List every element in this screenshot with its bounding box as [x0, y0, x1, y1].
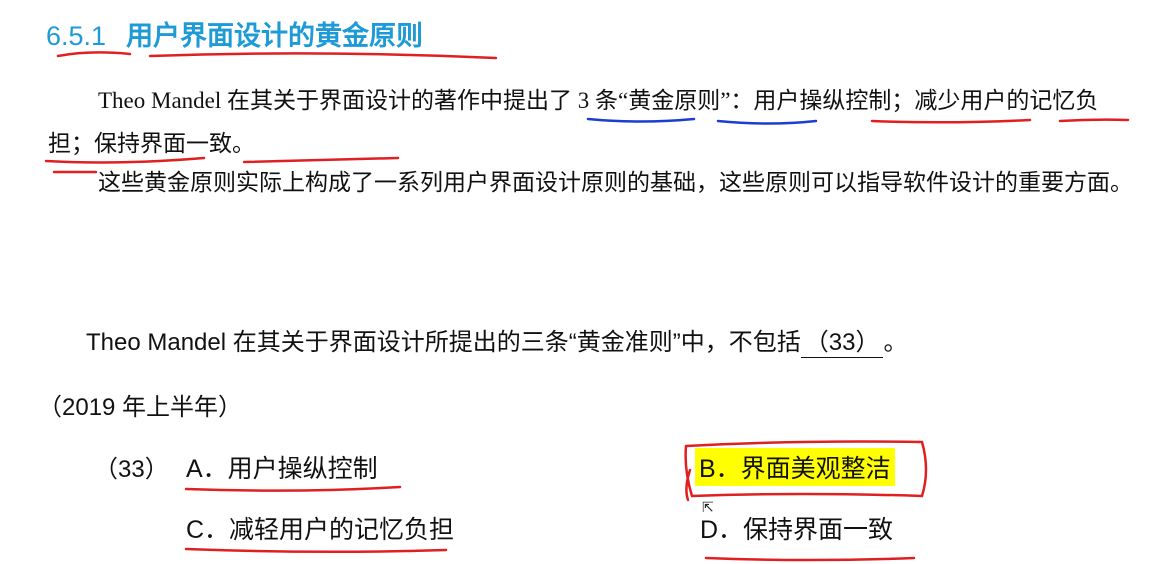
question-number: （33）: [94, 456, 169, 483]
exam-year: （2019 年上半年）: [38, 394, 243, 421]
paragraph-golden-rules: Theo Mandel 在其关于界面设计的著作中提出了 3 条“黄金原则”：用户…: [48, 79, 1138, 165]
section-title: 用户界面设计的黄金原则: [126, 21, 424, 52]
underline-option-c: [184, 547, 448, 554]
underline-option-d: [704, 556, 916, 562]
option-c: C．减轻用户的记忆负担: [186, 516, 455, 544]
answer-blank: （33）: [800, 322, 884, 358]
question-end: 。: [883, 329, 908, 356]
paragraph-text: Theo Mandel 在其关于界面设计的著作中提出了 3 条“黄金原则”：用户…: [48, 88, 1099, 156]
underline-heading-title: [148, 52, 498, 60]
paragraph-text: 这些黄金原则实际上构成了一系列用户界面设计原则的基础，这些原则可以指导软件设计的…: [98, 170, 1133, 195]
underline-option-a: [184, 485, 402, 492]
section-heading: 6.5.1 用户界面设计的黄金原则: [46, 14, 423, 53]
section-number: 6.5.1: [46, 21, 107, 51]
question-text: Theo Mandel 在其关于界面设计所提出的三条“黄金准则”中，不包括: [86, 329, 801, 356]
option-b: B．界面美观整洁: [695, 448, 895, 486]
option-d: D．保持界面一致: [700, 516, 894, 544]
question-stem: Theo Mandel 在其关于界面设计所提出的三条“黄金准则”中，不包括 （33…: [86, 322, 907, 358]
mouse-pointer-icon: ⇱: [702, 500, 714, 516]
paragraph-foundation: 这些黄金原则实际上构成了一系列用户界面设计原则的基础，这些原则可以指导软件设计的…: [48, 161, 1138, 204]
option-a: A．用户操纵控制: [186, 455, 378, 483]
